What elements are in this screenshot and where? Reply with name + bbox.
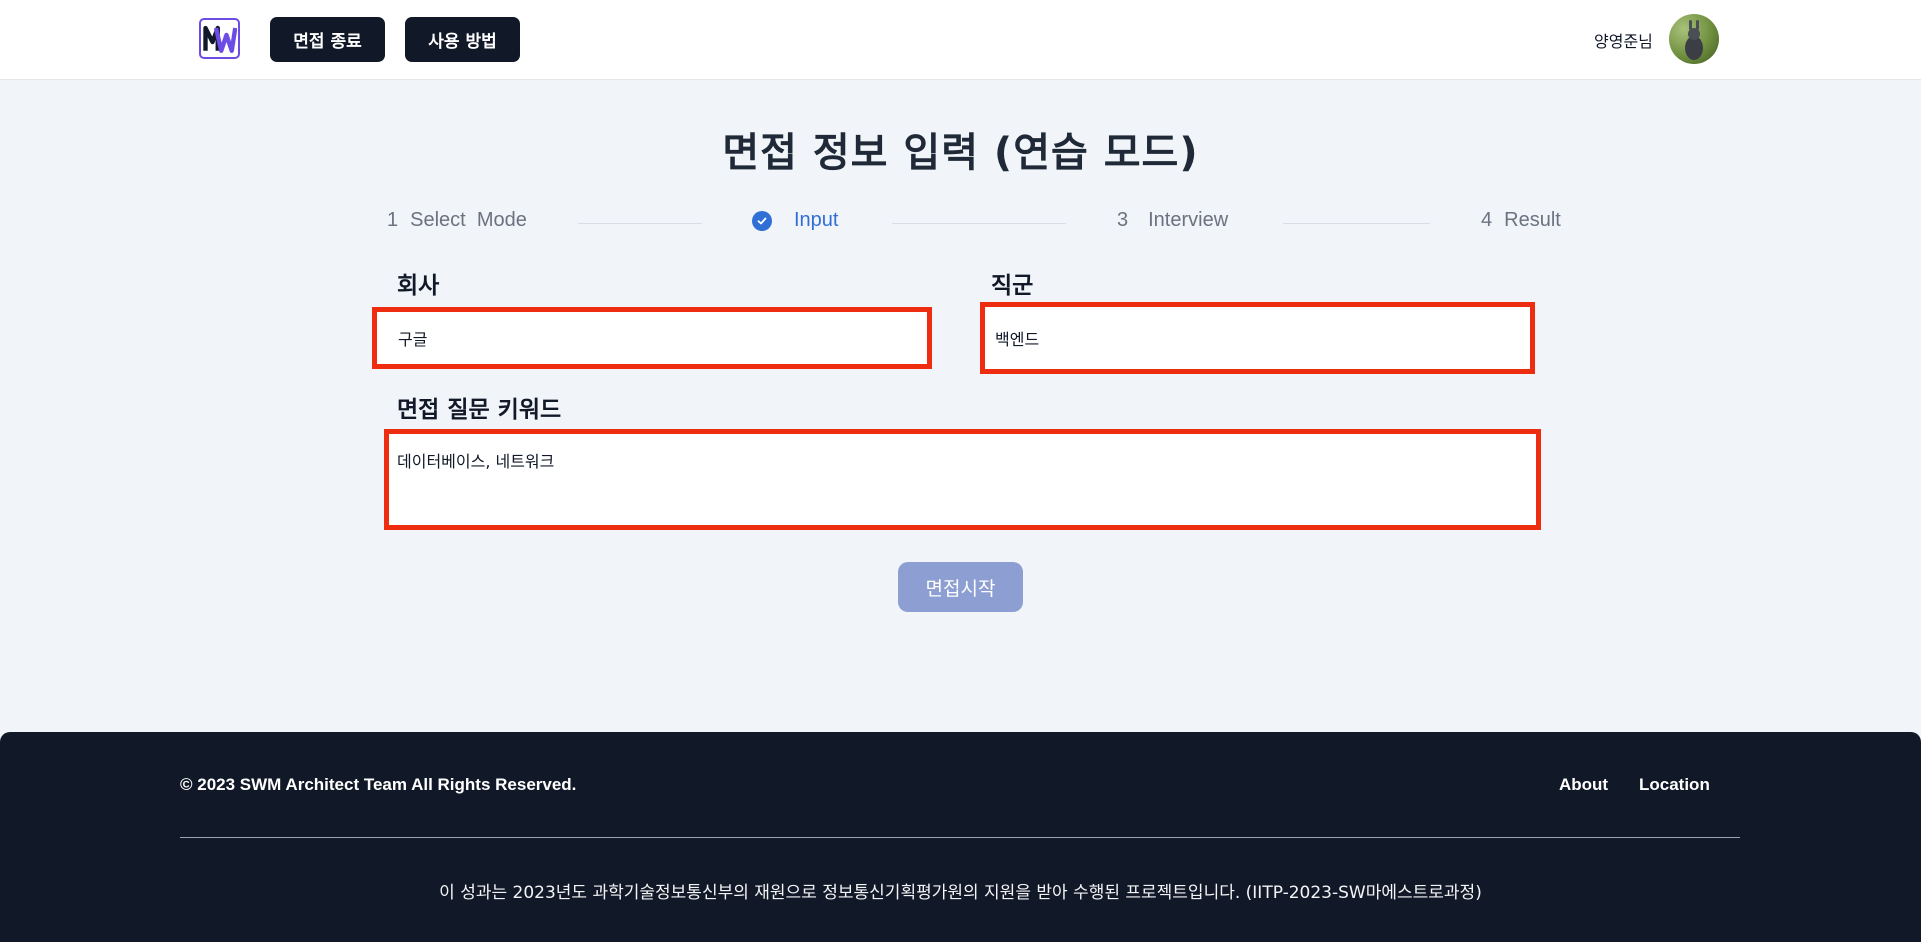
copyright-text: © 2023 SWM Architect Team All Rights Res… — [180, 775, 577, 794]
logo-mw-icon — [203, 25, 237, 53]
end-interview-button[interactable]: 면접 종료 — [270, 17, 385, 62]
position-input[interactable] — [980, 302, 1535, 374]
step-connector — [892, 223, 1066, 224]
keywords-textarea[interactable]: 데이터베이스, 네트워크 — [384, 429, 1541, 530]
step-interview: 3 Interview — [1117, 209, 1228, 232]
check-circle-icon — [752, 210, 772, 231]
step-label: Result — [1504, 209, 1561, 231]
step-result: 4 Result — [1481, 209, 1561, 232]
company-input[interactable] — [372, 307, 932, 369]
step-label: Select Mode — [410, 209, 527, 231]
start-interview-button[interactable]: 면접시작 — [898, 562, 1023, 612]
position-label: 직군 — [991, 273, 1034, 299]
keywords-label: 면접 질문 키워드 — [397, 397, 562, 423]
step-number: 3 — [1117, 209, 1129, 231]
step-input: Input — [752, 209, 838, 232]
avatar[interactable] — [1669, 14, 1719, 64]
step-number: 1 — [387, 209, 399, 231]
footer-divider — [180, 837, 1740, 838]
step-label: Input — [794, 209, 839, 231]
step-select-mode: 1 Select Mode — [387, 209, 527, 232]
company-label: 회사 — [397, 273, 440, 299]
step-number: 4 — [1481, 209, 1493, 231]
top-header: 면접 종료 사용 방법 양영준님 — [0, 0, 1921, 80]
app-logo[interactable] — [199, 18, 240, 59]
user-name: 양영준님 — [1594, 32, 1653, 51]
avatar-photo-icon — [1685, 20, 1703, 60]
page-title: 면접 정보 입력 (연습 모드) — [722, 130, 1199, 176]
footer-link-about[interactable]: About — [1559, 775, 1608, 795]
how-to-use-button[interactable]: 사용 방법 — [405, 17, 520, 62]
step-label: Interview — [1148, 209, 1229, 231]
footer-link-location[interactable]: Location — [1639, 775, 1710, 795]
footer: © 2023 SWM Architect Team All Rights Res… — [0, 732, 1921, 942]
step-connector — [1283, 223, 1430, 224]
funding-credit: 이 성과는 2023년도 과학기술정보통신부의 재원으로 정보통신기획평가원의 … — [439, 883, 1482, 903]
step-connector — [578, 223, 702, 224]
